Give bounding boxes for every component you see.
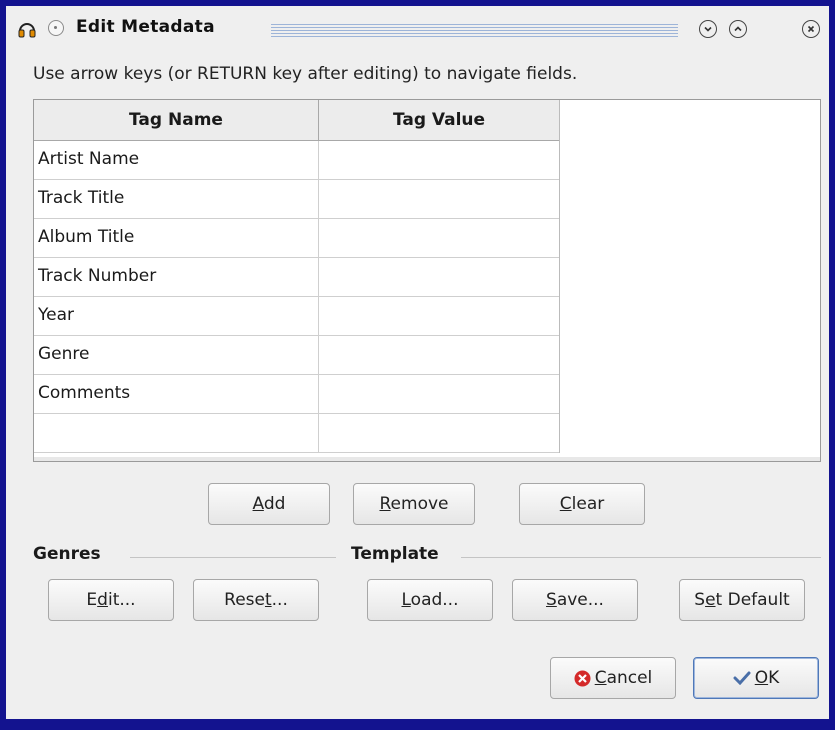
edit-label-post: it... [107,590,136,610]
tag-value-cell[interactable] [319,375,559,413]
tag-value-cell[interactable] [319,180,559,218]
ok-button[interactable]: OK [693,657,819,699]
close-icon[interactable] [802,20,820,38]
table-row: Track Number [34,258,559,297]
add-label-key: A [252,494,264,514]
cancel-label-key: C [594,668,607,688]
clear-label-post: lear [571,494,605,514]
set-default-button[interactable]: Set Default [679,579,805,621]
ok-label-key: O [754,668,769,688]
genres-separator [130,557,336,558]
tag-value-cell[interactable] [319,141,559,179]
metadata-table: Tag Name Tag Value Artist Name Track Tit… [33,99,821,462]
edit-genres-button[interactable]: Edit... [48,579,174,621]
headphones-icon [18,23,36,38]
window-menu-icon[interactable] [48,20,64,36]
column-header-tag-name[interactable]: Tag Name [34,100,319,140]
tag-name-cell[interactable]: Year [34,297,319,335]
table-row: Genre [34,336,559,375]
load-label-key: L [401,590,411,610]
save-label-key: S [546,590,557,610]
load-label-post: oad... [410,590,459,610]
reset-label-pre: Rese [224,590,265,610]
horizontal-scrollbar[interactable] [34,457,820,461]
tag-name-cell[interactable]: Comments [34,375,319,413]
title-bar-grip [271,24,678,37]
tag-name-cell[interactable]: Track Number [34,258,319,296]
edit-label-pre: E [86,590,98,610]
reset-label-post: ... [271,590,288,610]
set-default-label-post: t Default [715,590,790,610]
chevron-down-icon[interactable] [699,20,717,38]
save-label-post: ave... [556,590,604,610]
clear-button[interactable]: Clear [519,483,645,525]
save-template-button[interactable]: Save... [512,579,638,621]
add-button[interactable]: Add [208,483,330,525]
tag-name-cell[interactable]: Album Title [34,219,319,257]
title-bar[interactable]: Edit Metadata [6,6,829,46]
checkmark-icon [733,671,751,685]
tag-value-cell[interactable] [319,414,559,452]
clear-label-key: C [559,494,572,514]
instructions-text: Use arrow keys (or RETURN key after edit… [33,64,578,84]
table-row: Album Title [34,219,559,258]
reset-genres-button[interactable]: Reset... [193,579,319,621]
table-row [34,414,559,453]
tag-value-cell[interactable] [319,336,559,374]
chevron-up-icon[interactable] [729,20,747,38]
table-row: Artist Name [34,141,559,180]
tag-name-cell[interactable]: Artist Name [34,141,319,179]
set-default-label-key: e [705,590,716,610]
table-row: Track Title [34,180,559,219]
remove-button[interactable]: Remove [353,483,475,525]
add-label-post: dd [263,494,286,514]
tag-name-cell[interactable]: Genre [34,336,319,374]
tag-grid: Tag Name Tag Value Artist Name Track Tit… [34,100,560,453]
set-default-label-pre: S [694,590,706,610]
cancel-label-post: ancel [606,668,653,688]
tag-name-cell[interactable] [34,414,319,452]
tag-value-cell[interactable] [319,297,559,335]
edit-metadata-dialog: Edit Metadata Use arrow keys (or RETURN … [6,6,829,719]
table-header: Tag Name Tag Value [34,100,559,141]
ok-label-post: K [768,668,780,688]
reset-label-key: t [264,590,272,610]
table-row: Comments [34,375,559,414]
remove-label-post: emove [390,494,449,514]
edit-label-key: d [97,590,108,610]
table-row: Year [34,297,559,336]
template-separator [461,557,821,558]
tag-value-cell[interactable] [319,258,559,296]
window-title: Edit Metadata [76,17,215,37]
cancel-button[interactable]: Cancel [550,657,676,699]
load-template-button[interactable]: Load... [367,579,493,621]
tag-name-cell[interactable]: Track Title [34,180,319,218]
column-header-tag-value[interactable]: Tag Value [319,100,559,140]
cancel-icon [574,670,591,686]
genres-group-label: Genres [33,544,101,564]
tag-value-cell[interactable] [319,219,559,257]
template-group-label: Template [351,544,439,564]
remove-label-key: R [379,494,391,514]
